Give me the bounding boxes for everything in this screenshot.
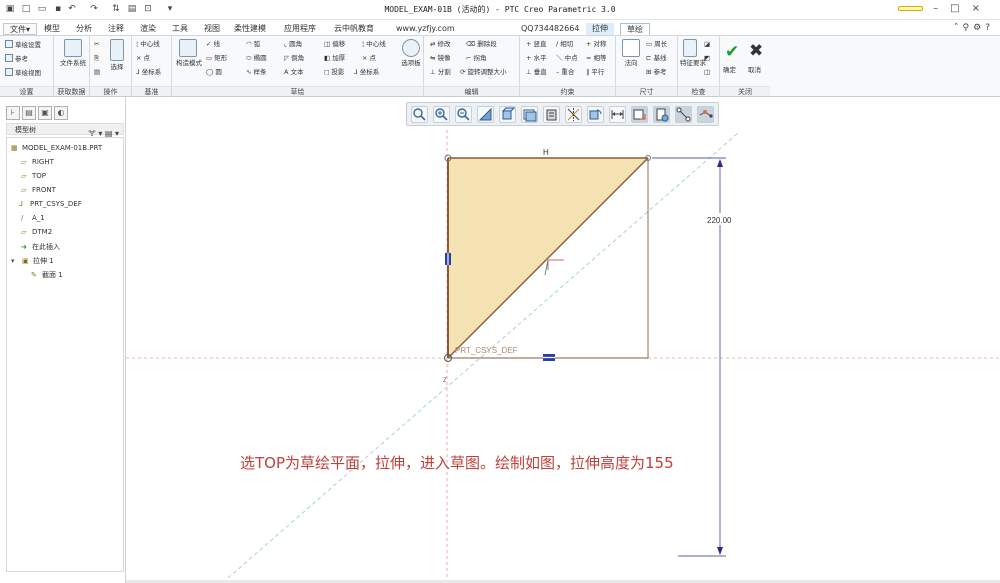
dimension-arrow-bottom [717, 547, 723, 555]
dimension-vertical-value[interactable]: 220.00 [707, 216, 732, 225]
sketch-canvas: PRT_CSYS_DEF Z H 220.00 [126, 130, 1000, 583]
dimension-arrow-top [717, 159, 723, 167]
csys-label: PRT_CSYS_DEF [455, 346, 518, 355]
z-axis-label: Z [443, 378, 447, 384]
instruction-text: 选TOP为草绘平面，拉伸，进入草图。绘制如图，拉伸高度为155 [240, 454, 674, 472]
dimension-h-label[interactable]: H [543, 148, 549, 157]
